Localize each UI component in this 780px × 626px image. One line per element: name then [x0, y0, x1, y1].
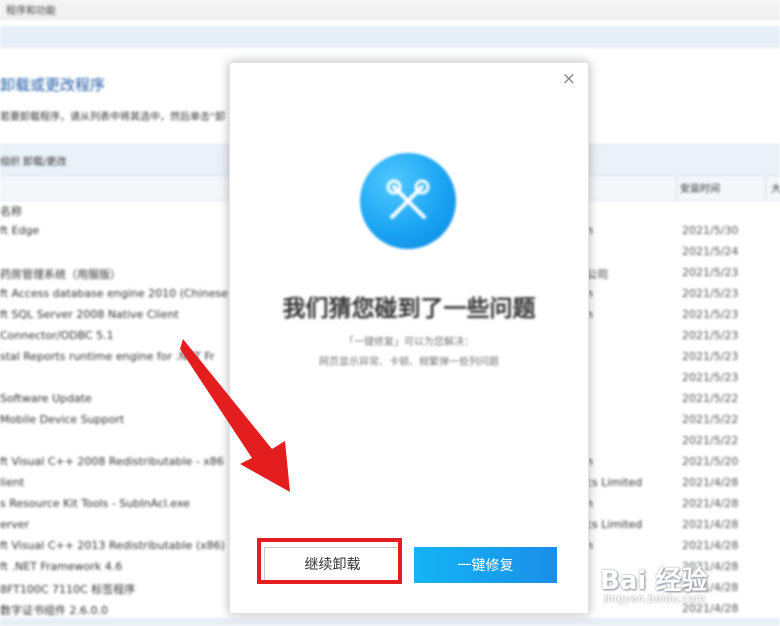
annotation-arrow [180, 339, 290, 492]
watermark-url: jingyan.baidu.com [604, 592, 706, 605]
